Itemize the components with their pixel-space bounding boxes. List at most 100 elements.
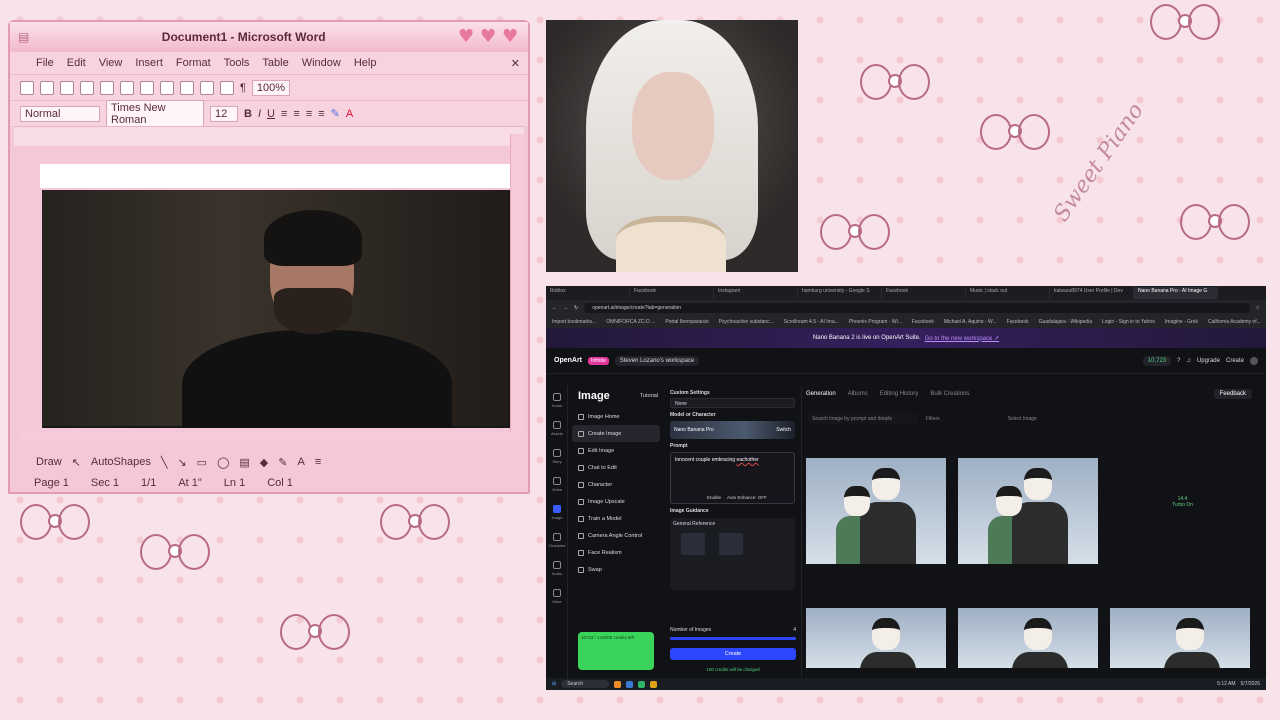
nav-face-realism[interactable]: Face Realism [568,544,664,561]
workspace-select[interactable]: Steven Lozano's workspace [614,355,700,366]
bookmark-item[interactable]: Facebook [912,319,934,325]
rail-video[interactable]: Video [546,470,568,498]
vertical-scrollbar[interactable] [510,134,524,434]
bookmark-item[interactable]: Facebook [1007,319,1029,325]
line-icon[interactable]: ╲ [161,456,168,469]
generated-image[interactable] [958,608,1098,668]
reference-thumb[interactable] [719,533,743,555]
align-center-icon[interactable]: ≡ [293,108,299,120]
oval-icon[interactable]: ◯ [217,456,229,469]
rail-assets[interactable]: Assets [546,414,568,442]
pilcrow-icon[interactable]: ¶ [240,82,246,94]
select-arrow-icon[interactable]: ↖ [72,456,81,469]
bookmark-item[interactable]: Login - Sign in to Yahoo [1102,319,1155,325]
word-taskbar-icon[interactable] [626,680,634,688]
number-of-images[interactable]: Number of Images 4 [670,627,796,640]
credits-box[interactable]: 10723 / 144000 credits left [578,632,654,670]
bold-icon[interactable]: B [244,108,252,120]
word-titlebar[interactable]: ▤ Document1 - Microsoft Word ♥ ♥ ♥ [10,22,528,52]
word-window[interactable]: ▤ Document1 - Microsoft Word ♥ ♥ ♥ File … [8,20,530,494]
rail-story[interactable]: Story [546,442,568,470]
arrow-icon[interactable]: ↘ [177,456,186,469]
minimize-heart-icon[interactable]: ♥ [458,28,476,46]
browser-tab[interactable]: kaiwaru8974 User Profile | Dev [1050,287,1134,299]
folder-icon[interactable] [650,680,658,688]
menu-window[interactable]: Window [298,57,350,69]
browser-tab[interactable]: hamburg university - Google S [798,287,882,299]
nav-chat-to-edit[interactable]: Chat to Edit [568,459,664,476]
browser-tab[interactable]: Facebook [630,287,714,299]
generated-image[interactable] [1110,608,1250,668]
menu-file[interactable]: File [32,57,63,69]
size-select[interactable]: 12 [210,105,238,122]
generated-image[interactable] [806,458,946,564]
line-color-icon[interactable]: ✎ [278,456,287,469]
bookmark-item[interactable]: Imagine - Grok [1165,319,1198,325]
tab-albums[interactable]: Albums [848,391,868,397]
nav-image-upscale[interactable]: Image Upscale [568,493,664,510]
browser-tab[interactable]: Music | stack out [966,287,1050,299]
browser-tab[interactable]: Instagram [714,287,798,299]
font-select[interactable]: Times New Roman [106,99,204,128]
tutorial-link[interactable]: Tutorial [640,393,658,399]
align-left-icon[interactable]: ≡ [281,108,287,120]
bell-icon[interactable]: ♫ [1186,358,1191,364]
justify-icon[interactable]: ≡ [318,108,324,120]
menu-view[interactable]: View [95,57,132,69]
model-card[interactable]: Nano Banana Pro Switch [670,421,795,439]
open-icon[interactable] [40,80,54,95]
custom-settings-select[interactable]: None [670,398,795,408]
draw-menu[interactable]: Draw [36,456,62,468]
bookmark-item[interactable]: Guadalajara - Wikipedia [1039,319,1092,325]
reload-icon[interactable]: ↻ [574,305,578,311]
nav-edit-image[interactable]: Edit Image [568,442,664,459]
ruler[interactable] [14,126,524,146]
reference-thumb[interactable] [681,533,705,555]
openart-logo[interactable]: OpenArt [554,357,582,364]
upgrade-button[interactable]: Upgrade [1197,358,1220,364]
create-button[interactable]: Create [670,648,796,660]
menu-insert[interactable]: Insert [131,57,172,69]
nav-image-home[interactable]: Image Home [568,408,664,425]
feedback-button[interactable]: Feedback [1213,389,1252,399]
italic-icon[interactable]: I [258,108,261,120]
taskbar-search[interactable]: Search [561,680,610,688]
menu-tools[interactable]: Tools [220,57,259,69]
menu-format[interactable]: Format [172,57,220,69]
line-style-icon[interactable]: ≡ [315,456,321,468]
banner-link[interactable]: Go to the new workspace ↗ [925,335,999,342]
tab-generation[interactable]: Generation [806,391,836,397]
star-icon[interactable]: ☆ [1256,305,1260,311]
num-images-slider[interactable] [670,637,796,640]
gallery-search[interactable]: Search image by prompt and details [808,413,918,425]
auto-enhance-toggle[interactable]: Auto Enhance: OFF [727,495,767,500]
font-color-icon[interactable]: A [346,108,353,120]
highlight-icon[interactable]: ✎ [331,107,340,120]
browser-window[interactable]: Roblox Facebook Instagram hamburg univer… [546,286,1266,690]
cut-icon[interactable] [140,80,154,95]
browser-tab[interactable]: Roblox [546,287,630,299]
bookmark-item[interactable]: Michael A. Aquino - W... [944,319,997,325]
bookmark-item[interactable]: Import bookmarks... [552,319,596,325]
browser-tab-active[interactable]: Nano Banana Pro - AI Image G [1134,287,1218,299]
maximize-heart-icon[interactable]: ♥ [480,28,498,46]
menu-table[interactable]: Table [258,57,297,69]
hyperlink-icon[interactable] [200,80,214,95]
generated-image[interactable] [958,458,1098,564]
nav-character[interactable]: Character [568,476,664,493]
browser-tab[interactable]: Facebook [882,287,966,299]
back-icon[interactable]: ← [552,305,557,311]
underline-icon[interactable]: U [267,108,275,120]
style-select[interactable]: Normal [20,105,100,122]
prompt-textarea[interactable]: Innocent couple embracing eachother Enab… [670,452,795,504]
bookmark-item[interactable]: Portal Iberoparaisio [665,319,708,325]
windows-start-icon[interactable]: ⊞ [552,681,556,687]
create-button-top[interactable]: Create [1226,358,1244,364]
switch-button[interactable]: Switch [776,427,791,433]
forward-icon[interactable]: → [563,305,568,311]
rail-more[interactable]: More [546,582,568,610]
credits-counter[interactable]: 10,723 [1142,355,1172,366]
table-icon[interactable] [220,80,234,95]
save-icon[interactable] [60,80,74,95]
tab-bulk-creations[interactable]: Bulk Creations [930,391,969,397]
